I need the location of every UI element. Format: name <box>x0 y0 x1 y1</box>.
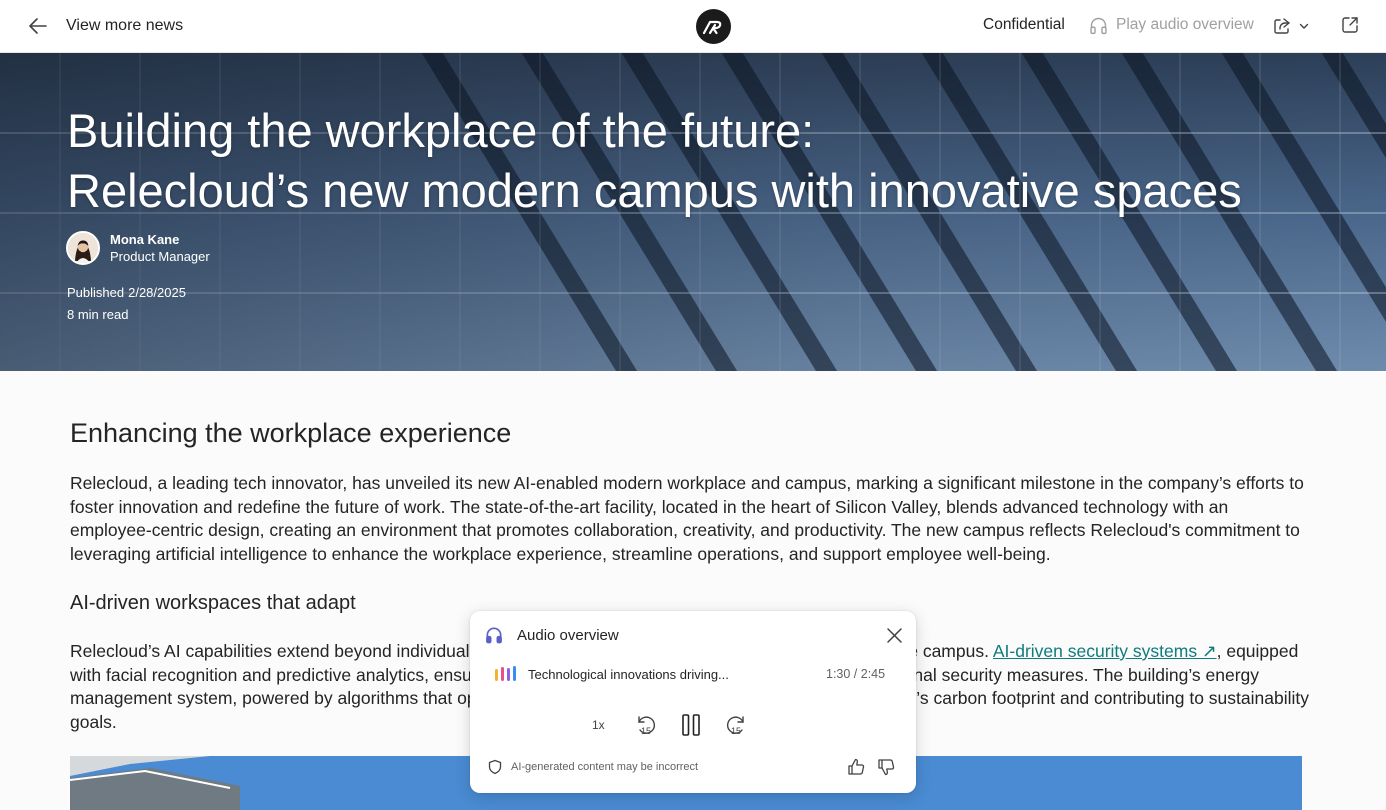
section-subheading: AI-driven workspaces that adapt <box>70 592 356 614</box>
play-audio-overview-button[interactable]: Play audio overview <box>1088 13 1254 37</box>
published-date: Published 2/28/2025 <box>67 285 186 300</box>
read-time: 8 min read <box>67 307 129 322</box>
ai-disclaimer: AI-generated content may be incorrect <box>511 761 699 773</box>
back-button[interactable]: View more news <box>26 10 183 42</box>
chevron-down-icon <box>1299 23 1309 29</box>
skip-forward-button[interactable]: 15 <box>724 713 748 739</box>
back-label: View more news <box>66 17 184 34</box>
skip-back-15-icon: 15 <box>638 716 655 736</box>
audio-waveform-icon <box>495 666 516 681</box>
skip-forward-15-icon: 15 <box>727 716 744 736</box>
pop-out-icon <box>1342 17 1358 33</box>
ai-security-systems-link[interactable]: AI-driven security systems ↗ <box>993 641 1217 661</box>
close-icon <box>887 628 902 643</box>
section-heading: Enhancing the workplace experience <box>70 418 512 448</box>
avatar[interactable] <box>66 231 100 265</box>
article-title-line-1: Building the workplace of the future: <box>67 104 815 157</box>
thumbs-down-icon <box>878 759 895 776</box>
thumbs-up-button[interactable] <box>846 757 866 777</box>
top-bar: View more news Confidential Play audio o… <box>0 0 1386 53</box>
thumbs-up-icon <box>848 758 865 775</box>
skip-back-button[interactable]: 15 <box>634 713 658 739</box>
audio-time-readout: 1:30 / 2:45 <box>826 667 886 681</box>
logo-icon <box>702 20 721 34</box>
article-paragraph-1: Relecloud, a leading tech innovator, has… <box>70 473 1304 565</box>
pause-icon <box>682 714 700 736</box>
pause-button[interactable] <box>680 712 702 738</box>
audio-track-title: Technological innovations driving... <box>528 667 729 682</box>
headphones-icon <box>1090 17 1107 34</box>
confidential-label[interactable]: Confidential <box>983 16 1065 34</box>
company-logo[interactable] <box>696 9 731 44</box>
playback-speed-button[interactable]: 1x <box>592 718 605 732</box>
published-date-value: 2/28/2025 <box>128 285 186 300</box>
share-icon <box>1274 18 1290 34</box>
audio-panel-title: Audio overview <box>517 627 619 644</box>
share-button[interactable] <box>1272 14 1310 38</box>
author-block[interactable]: Mona Kane Product Manager <box>66 231 210 265</box>
headphones-icon <box>486 627 502 644</box>
close-audio-panel-button[interactable] <box>886 627 903 644</box>
shield-icon <box>488 759 502 775</box>
hero-banner: Building the workplace of the future: Re… <box>0 53 1386 371</box>
play-audio-label: Play audio overview <box>1116 16 1254 33</box>
arrow-left-icon <box>29 18 47 34</box>
published-label: Published <box>67 285 125 300</box>
person-avatar-icon <box>68 233 98 263</box>
skip-back-seconds: 15 <box>641 726 651 736</box>
author-name[interactable]: Mona Kane <box>110 231 210 248</box>
article-title-line-2: Relecloud’s new modern campus with innov… <box>67 164 1242 217</box>
author-role: Product Manager <box>110 249 210 264</box>
audio-overview-panel: Audio overview Technological innovations… <box>470 611 916 793</box>
article-title: Building the workplace of the future: Re… <box>67 101 1267 221</box>
audio-controls: 1x 15 15 <box>470 711 916 741</box>
skip-forward-seconds: 15 <box>731 726 741 736</box>
open-in-new-window-button[interactable] <box>1340 15 1360 35</box>
thumbs-down-button[interactable] <box>876 757 896 777</box>
